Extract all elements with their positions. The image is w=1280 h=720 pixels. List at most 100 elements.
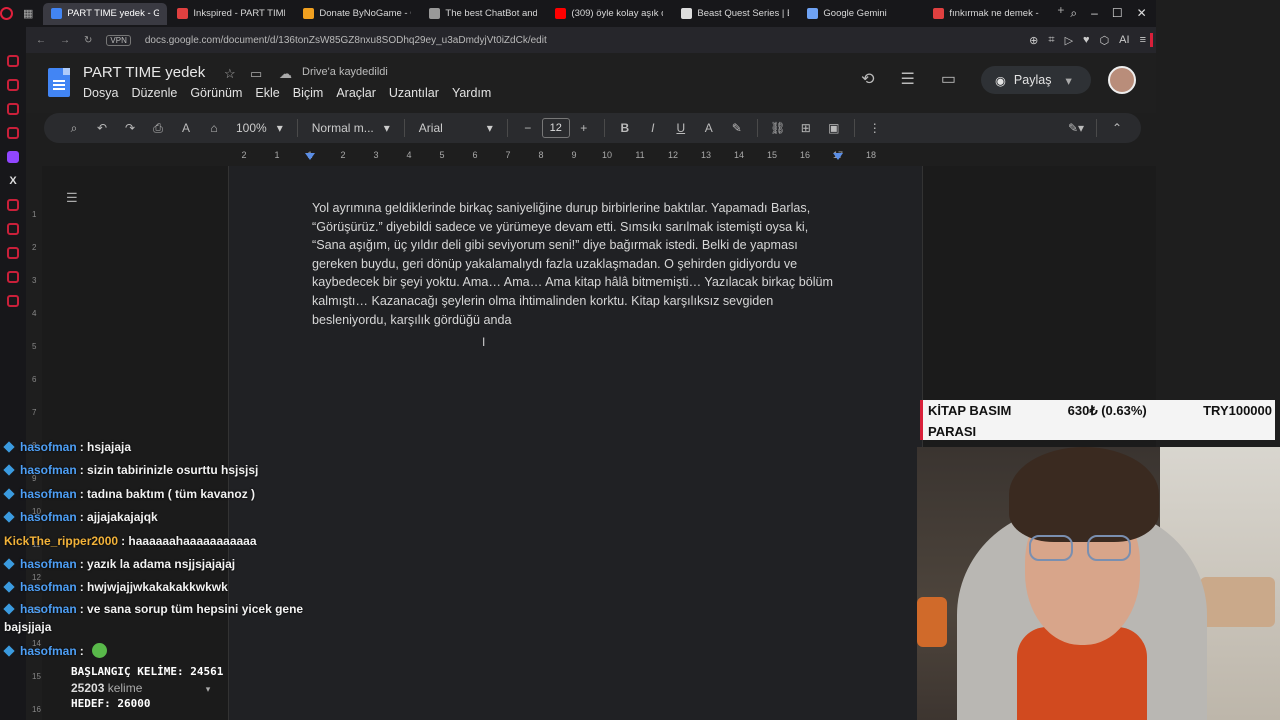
extensions-icon[interactable]: ⬡: [1100, 34, 1110, 47]
chat-username[interactable]: hasofman: [20, 440, 77, 454]
meet-icon[interactable]: ▭: [941, 69, 956, 89]
player-icon[interactable]: [7, 199, 19, 211]
menu-item[interactable]: Araçlar: [336, 86, 376, 100]
paint-format-icon[interactable]: ⌂: [200, 121, 228, 135]
redo-icon[interactable]: ↷: [116, 121, 144, 135]
tab-label: Donate ByNoGame - G: [319, 8, 412, 19]
browser-tab[interactable]: Google Gemini: [799, 3, 923, 25]
new-tab-icon[interactable]: +: [1051, 3, 1070, 25]
chat-username[interactable]: hasofman: [20, 487, 77, 501]
minimize-icon[interactable]: –: [1091, 6, 1098, 21]
collapse-menus-icon[interactable]: ⌃: [1103, 121, 1131, 135]
horizontal-ruler[interactable]: 2 1 1 2 3 4 5 6 7 8 9 10 11 12 13 14 15 16 17 18: [228, 149, 923, 164]
forward-icon[interactable]: →: [60, 35, 70, 46]
browser-tab[interactable]: Beast Quest Series | B: [673, 3, 797, 25]
menu-item[interactable]: Ekle: [255, 86, 279, 100]
menu-item[interactable]: Görünüm: [190, 86, 242, 100]
ruler-tick-label: 14: [733, 150, 745, 160]
maximize-icon[interactable]: ☐: [1112, 6, 1123, 21]
vruler-tick-label: 5: [32, 342, 37, 351]
chevron-down-icon[interactable]: ▾: [1065, 73, 1071, 88]
browser-tab[interactable]: PART TIME yedek - Google: [43, 2, 168, 25]
avatar[interactable]: [1108, 66, 1136, 94]
add-comment-icon[interactable]: ⊞: [792, 121, 820, 135]
mail-icon[interactable]: [7, 127, 19, 139]
chat-username[interactable]: hasofman: [20, 557, 77, 571]
browser-tab[interactable]: Donate ByNoGame - G: [295, 3, 419, 25]
play-icon[interactable]: ▷: [1065, 34, 1073, 47]
extensions-sidebar-icon[interactable]: [7, 271, 19, 283]
x-twitter-icon[interactable]: X: [9, 175, 16, 187]
messenger-icon[interactable]: [7, 79, 19, 91]
comments-icon[interactable]: ☰: [901, 69, 915, 89]
document-body-text[interactable]: Yol ayrımına geldiklerinde birkaç saniye…: [312, 199, 834, 329]
ruler-tick-label: 8: [538, 150, 544, 160]
font-select[interactable]: Arial ▾: [411, 121, 501, 135]
opera-logo-icon[interactable]: [0, 0, 13, 27]
star-icon[interactable]: ☆: [224, 66, 236, 82]
document-title[interactable]: PART TIME yedek: [83, 64, 205, 81]
aria-icon[interactable]: [7, 55, 19, 67]
menu-item[interactable]: Dosya: [83, 86, 118, 100]
underline-icon[interactable]: U: [667, 121, 695, 135]
back-icon[interactable]: ←: [36, 35, 46, 46]
chat-username[interactable]: hasofman: [20, 510, 77, 524]
highlight-icon[interactable]: ✎: [723, 121, 751, 135]
print-icon[interactable]: ⎙: [144, 121, 172, 136]
insert-image-icon[interactable]: ▣: [820, 121, 848, 135]
menu-item[interactable]: Düzenle: [131, 86, 177, 100]
chat-username[interactable]: hasofman: [20, 644, 77, 658]
increase-font-size-icon[interactable]: +: [570, 121, 598, 135]
word-count-badge[interactable]: 25203 kelime ▾: [71, 680, 223, 696]
more-options-icon[interactable]: ⋮: [861, 121, 889, 135]
menu-item[interactable]: Yardım: [452, 86, 491, 100]
vruler-tick-label: 6: [32, 375, 37, 384]
chat-username[interactable]: hasofman: [20, 580, 77, 594]
history-icon[interactable]: [7, 247, 19, 259]
version-history-icon[interactable]: ⟲: [861, 69, 874, 89]
twitch-icon[interactable]: [7, 151, 19, 163]
browser-tab[interactable]: Inkspired - PART TIME: [169, 3, 293, 25]
search-menus-icon[interactable]: ⌕: [60, 121, 88, 136]
indent-marker-icon[interactable]: [305, 153, 315, 160]
menu-item[interactable]: Biçim: [293, 86, 324, 100]
zoom-select[interactable]: 100% ▾: [228, 121, 291, 135]
spellcheck-icon[interactable]: A: [172, 121, 200, 135]
workspaces-icon[interactable]: ▦: [23, 7, 33, 20]
docs-logo-icon[interactable]: [48, 68, 70, 97]
menu-item[interactable]: Uzantılar: [389, 86, 439, 100]
link-icon[interactable]: ⛓: [764, 121, 792, 135]
browser-tab[interactable]: fınkırmak ne demek - G: [925, 3, 1049, 25]
zoom-icon[interactable]: ⊕: [1029, 34, 1038, 47]
heart-icon[interactable]: ♥: [1083, 34, 1090, 47]
browser-tab[interactable]: The best ChatBot and: [421, 3, 545, 25]
share-button[interactable]: ◉ Paylaş ▾: [981, 66, 1091, 94]
snapshot-icon[interactable]: ⌗: [1048, 34, 1054, 47]
url-field[interactable]: docs.google.com/document/d/136tonZsW85GZ…: [145, 35, 547, 46]
undo-icon[interactable]: ↶: [88, 121, 116, 135]
chat-username[interactable]: hasofman: [20, 602, 77, 616]
decrease-font-size-icon[interactable]: −: [514, 121, 542, 135]
text-color-icon[interactable]: A: [695, 121, 723, 135]
reload-icon[interactable]: ↻: [84, 35, 92, 46]
font-size-input[interactable]: 12: [541, 118, 570, 138]
outline-icon[interactable]: ☰: [66, 190, 78, 206]
italic-icon[interactable]: I: [639, 121, 667, 135]
vpn-badge[interactable]: VPN: [106, 34, 131, 46]
browser-tab[interactable]: (309) öyle kolay aşık o: [547, 3, 671, 25]
settings-icon[interactable]: [7, 295, 19, 307]
search-icon[interactable]: ⌕: [1070, 6, 1077, 21]
close-window-icon[interactable]: ✕: [1137, 6, 1147, 21]
pin-icon[interactable]: [7, 223, 19, 235]
ruler-tick-label: 9: [571, 150, 577, 160]
indent-marker-icon[interactable]: [833, 153, 843, 160]
bold-icon[interactable]: B: [611, 121, 639, 135]
chat-username[interactable]: hasofman: [20, 463, 77, 477]
ai-button[interactable]: AI: [1119, 34, 1129, 47]
chat-icon[interactable]: [7, 103, 19, 115]
chat-username[interactable]: KickThe_ripper2000: [4, 534, 118, 548]
style-select[interactable]: Normal m... ▾: [304, 121, 398, 135]
move-folder-icon[interactable]: ▭: [250, 66, 262, 82]
menu-icon[interactable]: ≡: [1140, 34, 1146, 47]
editing-mode-icon[interactable]: ✎▾: [1062, 121, 1090, 135]
